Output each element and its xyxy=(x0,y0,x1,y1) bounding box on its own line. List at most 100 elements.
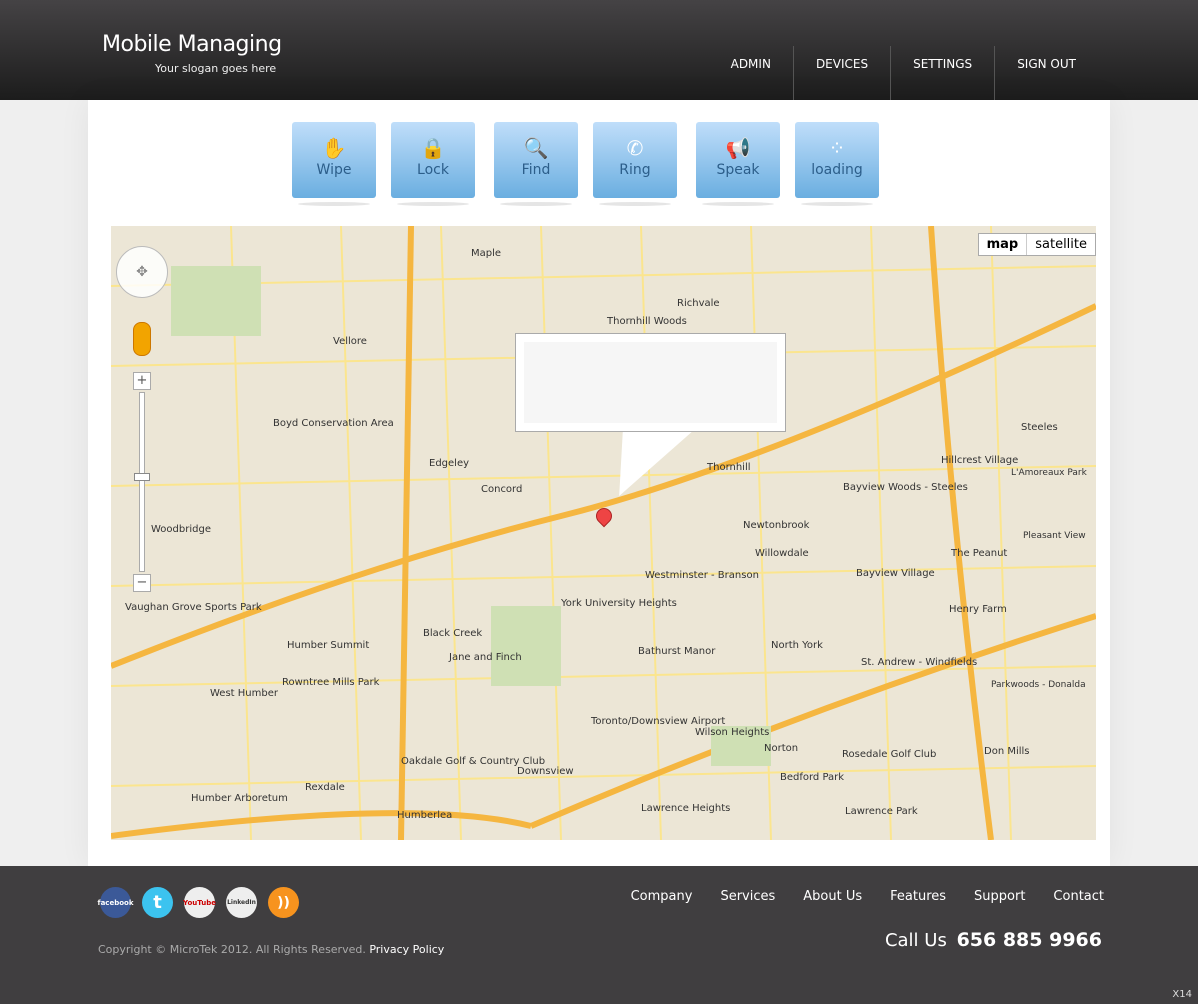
map-label: Vaughan Grove Sports Park xyxy=(125,602,262,613)
corner-label: X14 xyxy=(1172,989,1192,1000)
rss-icon[interactable]: )) xyxy=(268,887,299,918)
map-label: Toronto/Downsview Airport xyxy=(591,716,726,727)
map-label: Parkwoods - Donalda xyxy=(991,680,1086,690)
map-type-control: map satellite xyxy=(977,233,1096,256)
map[interactable]: Maple Richvale Vellore Thornhill Woods E… xyxy=(111,226,1096,840)
lock-icon: 🔒 xyxy=(420,136,446,160)
map-label: Bedford Park xyxy=(780,772,845,783)
map-label: Steeles xyxy=(1021,422,1058,433)
button-label: Wipe xyxy=(316,162,352,178)
map-label: Humber Arboretum xyxy=(191,793,288,804)
slogan: Your slogan goes here xyxy=(155,62,277,75)
footer-about[interactable]: About Us xyxy=(803,889,862,904)
map-label: Norton xyxy=(764,743,799,754)
map-label: Rosedale Golf Club xyxy=(842,749,937,760)
map-roads xyxy=(111,226,1096,840)
nav-devices[interactable]: DEVICES xyxy=(792,46,890,100)
map-label: Oakdale Golf & Country Club xyxy=(401,756,546,767)
footer-services[interactable]: Services xyxy=(720,889,775,904)
button-label: Lock xyxy=(417,162,449,178)
map-label: L'Amoreaux Park xyxy=(1011,468,1087,478)
button-label: Speak xyxy=(716,162,760,178)
spinner-icon: ⁘ xyxy=(828,136,846,160)
copyright-text: Copyright © MicroTek 2012. All Rights Re… xyxy=(98,943,366,956)
privacy-policy-link[interactable]: Privacy Policy xyxy=(369,943,444,956)
footer: facebook t YouTube LinkedIn )) Copyright… xyxy=(0,866,1198,1004)
main-nav: ADMIN DEVICES SETTINGS SIGN OUT xyxy=(709,46,1098,100)
wipe-button[interactable]: ✋ Wipe xyxy=(292,122,376,206)
call-label: Call Us xyxy=(884,930,947,951)
nav-sign-out[interactable]: SIGN OUT xyxy=(994,46,1098,100)
map-label: Bathurst Manor xyxy=(638,646,716,657)
nav-admin[interactable]: ADMIN xyxy=(709,46,793,100)
map-label: Concord xyxy=(481,484,523,495)
lock-button[interactable]: 🔒 Lock xyxy=(391,122,475,206)
youtube-icon[interactable]: YouTube xyxy=(183,887,216,918)
map-label: St. Andrew - Windfields xyxy=(861,657,978,668)
footer-support[interactable]: Support xyxy=(974,889,1025,904)
phone-number: 656 885 9966 xyxy=(956,929,1102,951)
zoom-in-button[interactable]: + xyxy=(133,372,151,390)
button-label: Find xyxy=(521,162,551,178)
copyright: Copyright © MicroTek 2012. All Rights Re… xyxy=(98,943,444,956)
button-label: Ring xyxy=(619,162,651,178)
map-label: North York xyxy=(771,640,823,651)
map-label: Richvale xyxy=(677,298,720,309)
find-button[interactable]: 🔍 Find xyxy=(494,122,578,206)
map-label: Pleasant View xyxy=(1023,531,1086,541)
footer-contact[interactable]: Contact xyxy=(1053,889,1104,904)
twitter-icon[interactable]: t xyxy=(142,887,173,918)
map-label: Don Mills xyxy=(984,746,1030,757)
ring-button[interactable]: ✆ Ring xyxy=(593,122,677,206)
map-label: Vellore xyxy=(333,336,367,347)
map-label: Downsview xyxy=(517,766,574,777)
megaphone-icon: 📢 xyxy=(725,136,751,160)
map-label: Newtonbrook xyxy=(743,520,810,531)
map-label: West Humber xyxy=(210,688,278,699)
map-label: Bayview Village xyxy=(856,568,935,579)
map-label: Humber Summit xyxy=(287,640,370,651)
map-label: Humberlea xyxy=(397,810,453,821)
linkedin-icon[interactable]: LinkedIn xyxy=(226,887,257,918)
logo-title[interactable]: Mobile Managing xyxy=(102,32,282,57)
info-window-content xyxy=(524,342,777,423)
pan-control-icon[interactable]: ✥ xyxy=(116,246,168,298)
map-label: Lawrence Heights xyxy=(641,803,731,814)
header: Mobile Managing Your slogan goes here AD… xyxy=(0,0,1198,100)
footer-features[interactable]: Features xyxy=(890,889,946,904)
map-label: Woodbridge xyxy=(151,524,211,535)
map-label: The Peanut xyxy=(951,548,1008,559)
map-label: Westminster - Branson xyxy=(645,570,759,581)
map-label: Thornhill xyxy=(707,462,751,473)
loading-button[interactable]: ⁘ loading xyxy=(795,122,879,206)
social-links: facebook t YouTube LinkedIn )) xyxy=(98,887,299,918)
zoom-control: + − xyxy=(133,372,151,598)
zoom-out-button[interactable]: − xyxy=(133,574,151,592)
phone-icon: ✆ xyxy=(626,136,644,160)
map-label: Jane and Finch xyxy=(449,652,522,663)
zoom-slider-thumb[interactable] xyxy=(134,473,150,481)
map-label: Black Creek xyxy=(423,628,483,639)
info-window xyxy=(515,333,786,432)
content-panel: ✋ Wipe 🔒 Lock 🔍 Find ✆ Ring 📢 Speak ⁘ loading … xyxy=(88,100,1110,866)
speak-button[interactable]: 📢 Speak xyxy=(696,122,780,206)
map-type-satellite[interactable]: satellite xyxy=(1027,234,1095,255)
zoom-slider[interactable] xyxy=(134,392,150,572)
map-label: Rexdale xyxy=(305,782,345,793)
nav-settings[interactable]: SETTINGS xyxy=(890,46,994,100)
map-label: Thornhill Woods xyxy=(607,316,687,327)
map-label: Lawrence Park xyxy=(845,806,918,817)
map-label: Rowntree Mills Park xyxy=(282,677,380,688)
map-type-map[interactable]: map xyxy=(979,234,1028,255)
facebook-icon[interactable]: facebook xyxy=(98,887,133,918)
map-label: Edgeley xyxy=(429,458,470,469)
footer-nav: Company Services About Us Features Suppo… xyxy=(631,889,1104,904)
search-icon: 🔍 xyxy=(523,136,549,160)
map-label: York University Heights xyxy=(561,598,677,609)
footer-company[interactable]: Company xyxy=(631,889,693,904)
phone: Call Us 656 885 9966 xyxy=(885,929,1102,951)
map-label: Hillcrest Village xyxy=(941,455,1019,466)
pegman-icon[interactable] xyxy=(133,322,151,356)
hand-icon: ✋ xyxy=(321,136,347,160)
map-label: Willowdale xyxy=(755,548,809,559)
